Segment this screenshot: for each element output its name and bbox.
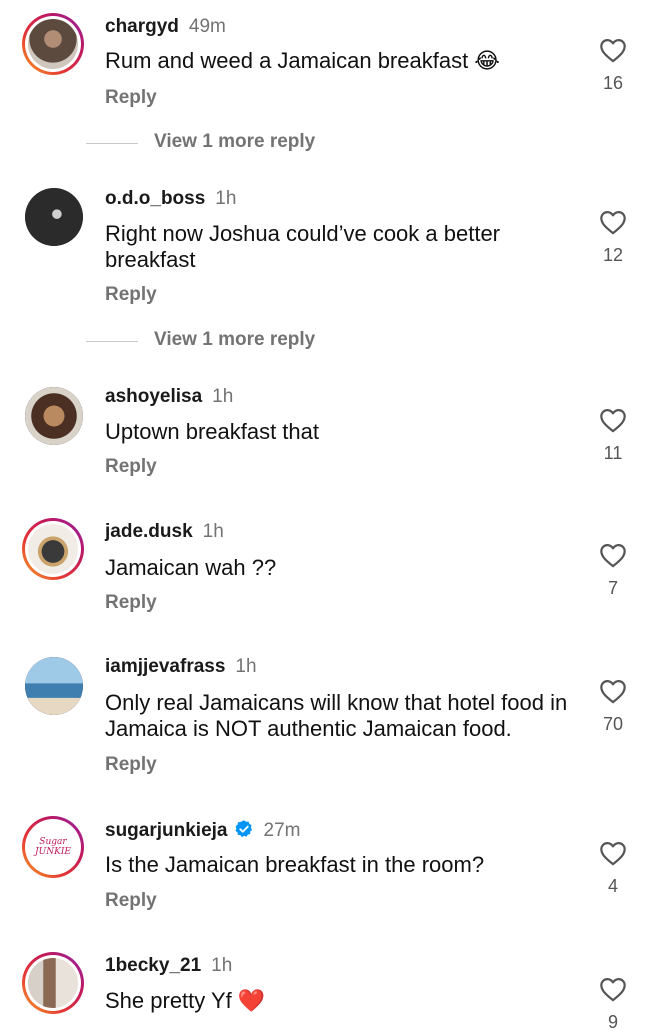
like-count: 9: [607, 1012, 618, 1032]
comment-username[interactable]: o.d.o_boss 1h: [105, 188, 236, 210]
avatar[interactable]: [25, 188, 83, 246]
view-more-replies-label: View 1 more reply: [154, 131, 316, 152]
like-count: 16: [602, 73, 624, 93]
comment-time: 1h: [235, 656, 257, 677]
heart-outline-icon[interactable]: [599, 542, 627, 568]
reply-button[interactable]: Reply: [105, 87, 157, 109]
comment-text: Is the Jamaican breakfast in the room?: [105, 852, 485, 877]
comment-text: Rum and weed a Jamaican breakfast 😂: [105, 48, 501, 73]
avatar[interactable]: Sugar JUNKIE: [22, 816, 84, 878]
avatar[interactable]: [25, 387, 83, 445]
like-count: 7: [607, 578, 618, 598]
comment-text: Jamaican wah ??: [105, 555, 277, 580]
avatar[interactable]: [22, 13, 84, 75]
heart-outline-icon[interactable]: [599, 976, 627, 1002]
comment-username[interactable]: chargyd 49m: [105, 16, 226, 38]
comment-text: Only real Jamaicans will know that hotel…: [105, 690, 568, 741]
like-count: 12: [602, 245, 624, 265]
comment-username[interactable]: iamjjevafrass 1h: [105, 656, 257, 678]
comment-time: 1h: [202, 521, 224, 542]
view-more-replies-label: View 1 more reply: [154, 329, 316, 350]
heart-outline-icon[interactable]: [599, 840, 627, 866]
comment-text: Uptown breakfast that: [105, 419, 320, 444]
verified-badge-icon: [235, 820, 252, 838]
comment-time: 1h: [215, 188, 237, 209]
comment-username[interactable]: ashoyelisa 1h: [105, 386, 233, 408]
reply-button[interactable]: Reply: [105, 456, 157, 478]
like-count: 4: [607, 876, 618, 896]
heart-outline-icon[interactable]: [599, 407, 627, 433]
divider-line: [86, 341, 138, 342]
avatar[interactable]: [22, 952, 84, 1014]
heart-outline-icon[interactable]: [599, 209, 627, 235]
avatar[interactable]: [25, 657, 83, 715]
comment-time: 1h: [212, 386, 234, 407]
reply-button[interactable]: Reply: [105, 754, 157, 776]
reply-button[interactable]: Reply: [105, 284, 157, 306]
comment-time: 27m: [263, 820, 301, 841]
comment-username[interactable]: 1becky_21 1h: [105, 955, 232, 977]
heart-outline-icon[interactable]: [599, 37, 627, 63]
divider-line: [86, 143, 138, 144]
like-count: 70: [602, 714, 624, 734]
avatar[interactable]: [22, 518, 84, 580]
comment-text: Right now Joshua could’ve cook a better …: [105, 221, 501, 272]
avatar-logo-text: Sugar JUNKIE: [35, 837, 71, 857]
comment-time: 49m: [188, 16, 226, 37]
comment-username[interactable]: sugarjunkieja 27m: [105, 819, 300, 842]
comment-text: She pretty Yf ❤️: [105, 988, 266, 1013]
heart-outline-icon[interactable]: [599, 678, 627, 704]
comment-username[interactable]: jade.dusk 1h: [105, 521, 224, 543]
like-count: 11: [603, 443, 623, 463]
reply-button[interactable]: Reply: [105, 592, 157, 614]
comment-time: 1h: [211, 955, 233, 976]
reply-button[interactable]: Reply: [105, 890, 157, 912]
